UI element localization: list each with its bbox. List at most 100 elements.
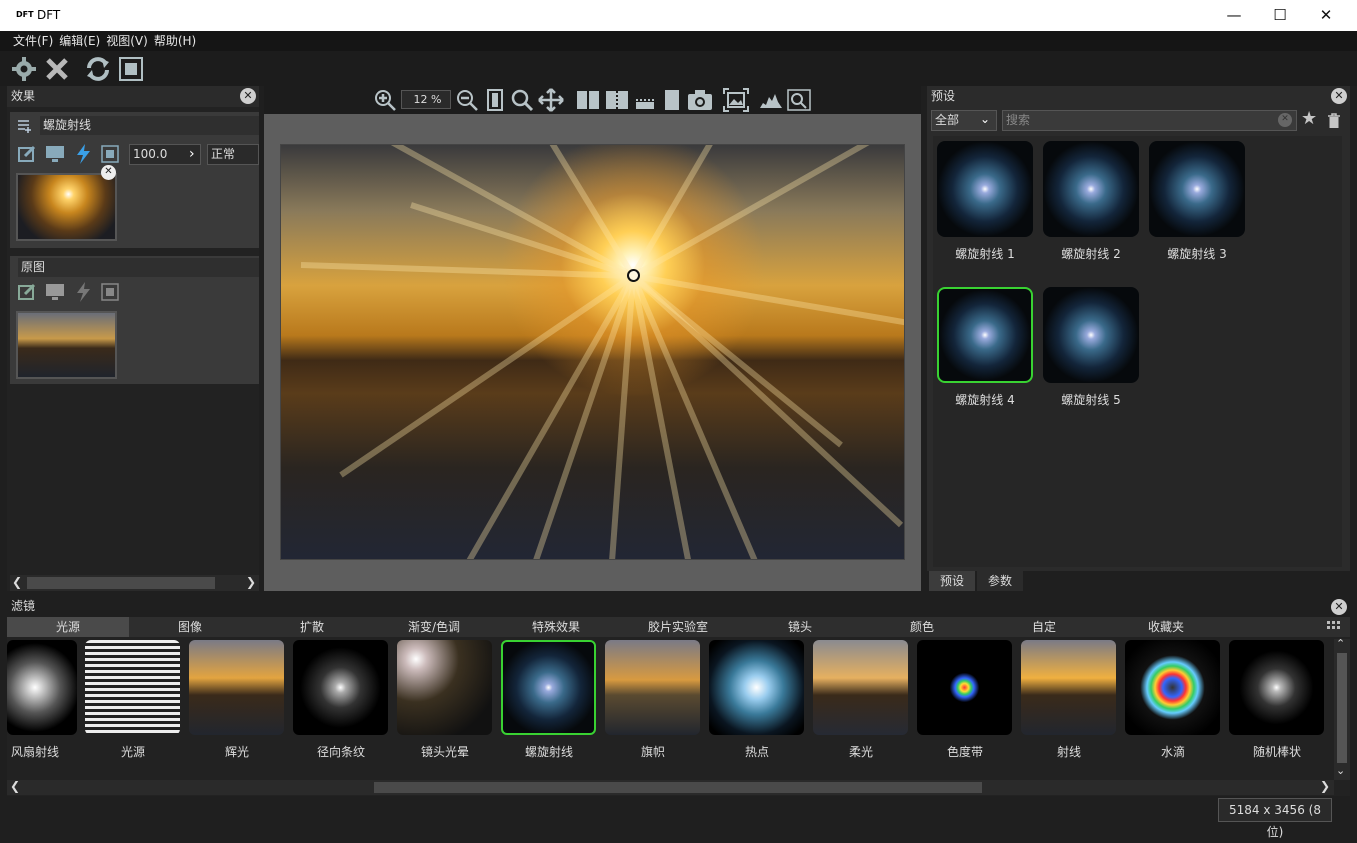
layer-menu-icon[interactable] — [17, 118, 33, 134]
filter-thumb-rays[interactable] — [1021, 640, 1116, 735]
scroll-right-icon[interactable]: ❯ — [246, 575, 256, 589]
single-view-icon[interactable] — [662, 89, 682, 111]
histogram-icon[interactable] — [759, 91, 783, 109]
frame-icon[interactable] — [117, 55, 145, 83]
filter-tab-custom[interactable]: 自定 — [983, 617, 1105, 637]
monitor-icon[interactable] — [44, 282, 66, 302]
chevron-down-icon[interactable]: ⌄ — [980, 112, 990, 126]
filter-thumb-soft-light[interactable] — [813, 640, 908, 735]
preview-image[interactable] — [280, 144, 905, 560]
filter-tab-diffuse[interactable]: 扩散 — [251, 617, 373, 637]
minimize-button[interactable]: — — [1211, 0, 1257, 31]
blend-mode-select[interactable]: 正常 — [207, 144, 259, 165]
filter-thumb-lens-flare[interactable] — [397, 640, 492, 735]
scroll-left-icon[interactable]: ❮ — [10, 779, 20, 793]
filter-tab-color[interactable]: 颜色 — [861, 617, 983, 637]
close-presets-panel-button[interactable]: ✕ — [1331, 88, 1347, 104]
scrollbar-thumb[interactable] — [27, 577, 215, 589]
app-logo: DFT — [16, 10, 34, 19]
filter-tab-special[interactable]: 特殊效果 — [495, 617, 617, 637]
effect-thumbnail[interactable] — [16, 173, 117, 241]
filters-horizontal-scrollbar[interactable]: ❮ ❯ — [7, 779, 1334, 795]
tab-presets[interactable]: 预设 — [929, 571, 975, 591]
filter-thumb-hotspot[interactable] — [709, 640, 804, 735]
fit-height-icon[interactable] — [484, 89, 506, 111]
filter-thumb-fan-rays[interactable] — [7, 640, 77, 735]
preset-thumb-5[interactable] — [1043, 287, 1139, 383]
menu-edit[interactable]: 编辑(E) — [59, 31, 100, 51]
filter-tab-lens[interactable]: 镜头 — [739, 617, 861, 637]
filter-thumb-spiral-rays[interactable] — [501, 640, 596, 735]
preset-thumb-2[interactable] — [1043, 141, 1139, 237]
preset-search-input[interactable]: 搜索 — [1002, 110, 1297, 131]
horizontal-scroll-thumb[interactable] — [374, 782, 982, 793]
grid-view-icon[interactable] — [1326, 620, 1342, 634]
maximize-button[interactable]: ☐ — [1257, 0, 1303, 31]
zoom-tool-icon[interactable] — [510, 88, 534, 112]
clear-search-icon[interactable]: ✕ — [1278, 113, 1292, 127]
filter-thumb-chroma-band[interactable] — [917, 640, 1012, 735]
lightning-icon[interactable] — [73, 143, 93, 165]
filter-thumb-water-drop[interactable] — [1125, 640, 1220, 735]
scroll-right-icon[interactable]: ❯ — [1320, 779, 1330, 793]
original-thumbnail[interactable] — [16, 311, 117, 379]
menu-file[interactable]: 文件(F) — [13, 31, 53, 51]
close-x-icon[interactable] — [43, 55, 71, 83]
filter-thumb-light-source[interactable] — [85, 640, 180, 735]
close-effects-panel-button[interactable]: ✕ — [240, 88, 256, 104]
preset-label-1: 螺旋射线 1 — [955, 247, 1015, 261]
effect-layer-2[interactable]: 原图 — [10, 256, 259, 384]
filter-tab-favorites[interactable]: 收藏夹 — [1105, 617, 1227, 637]
vertical-scroll-thumb[interactable] — [1337, 653, 1347, 763]
filter-label-random-sticks: 随机棒状 — [1252, 745, 1301, 759]
filter-tab-gradient[interactable]: 渐变/色调 — [373, 617, 495, 637]
preview-zoom-icon[interactable] — [787, 89, 811, 111]
filter-thumb-random-sticks[interactable] — [1229, 640, 1324, 735]
edit-mask-icon[interactable] — [17, 282, 37, 302]
preset-thumb-3[interactable] — [1149, 141, 1245, 237]
remove-effect-button[interactable]: ✕ — [101, 165, 116, 180]
opacity-increment-icon[interactable]: › — [189, 146, 195, 162]
filter-label-hotspot: 热点 — [744, 745, 769, 759]
tab-params[interactable]: 参数 — [977, 571, 1023, 591]
scroll-up-icon[interactable]: ⌃ — [1336, 637, 1345, 650]
scroll-down-icon[interactable]: ⌄ — [1336, 764, 1345, 777]
filter-tab-light[interactable]: 光源 — [7, 617, 129, 637]
frame-icon[interactable] — [100, 144, 120, 164]
gear-icon[interactable] — [10, 55, 38, 83]
camera-icon[interactable] — [687, 89, 713, 111]
effects-scrollbar[interactable]: ❮ ❯ — [10, 575, 259, 591]
canvas-area[interactable] — [264, 114, 921, 591]
delete-preset-icon[interactable] — [1327, 113, 1341, 129]
close-window-button[interactable]: ✕ — [1303, 0, 1349, 31]
preset-thumb-4[interactable] — [937, 287, 1033, 383]
monitor-icon[interactable] — [44, 144, 66, 164]
filter-thumb-glow[interactable] — [189, 640, 284, 735]
compare-view-icon[interactable] — [605, 90, 629, 110]
effect-layer-1[interactable]: 螺旋射线 100.0 › 正常 ✕ — [10, 112, 259, 248]
filter-thumb-radial-streaks[interactable] — [293, 640, 388, 735]
zoom-out-icon[interactable] — [455, 88, 479, 112]
fit-image-icon[interactable] — [723, 88, 749, 112]
frame-icon[interactable] — [100, 282, 120, 302]
edit-mask-icon[interactable] — [17, 144, 37, 164]
refresh-icon[interactable] — [84, 55, 112, 83]
filter-thumb-flag[interactable] — [605, 640, 700, 735]
zoom-level[interactable]: 12 % — [401, 90, 451, 109]
pan-icon[interactable] — [538, 88, 564, 112]
split-view-icon[interactable] — [576, 90, 600, 110]
zoom-in-icon[interactable] — [373, 88, 397, 112]
filter-label-flag: 旗帜 — [640, 745, 665, 759]
favorite-star-icon[interactable]: ★ — [1301, 108, 1317, 129]
lightning-icon[interactable] — [73, 281, 93, 303]
menu-help[interactable]: 帮助(H) — [154, 31, 196, 51]
preset-thumb-1[interactable] — [937, 141, 1033, 237]
menu-view[interactable]: 视图(V) — [106, 31, 148, 51]
close-filters-panel-button[interactable]: ✕ — [1331, 599, 1347, 615]
center-handle[interactable] — [627, 269, 640, 282]
filter-tab-filmlab[interactable]: 胶片实验室 — [617, 617, 739, 637]
filter-tab-image[interactable]: 图像 — [129, 617, 251, 637]
filters-vertical-scrollbar[interactable]: ⌃ ⌄ — [1334, 637, 1350, 780]
scroll-left-icon[interactable]: ❮ — [12, 575, 22, 589]
horizontal-split-icon[interactable] — [634, 90, 656, 110]
